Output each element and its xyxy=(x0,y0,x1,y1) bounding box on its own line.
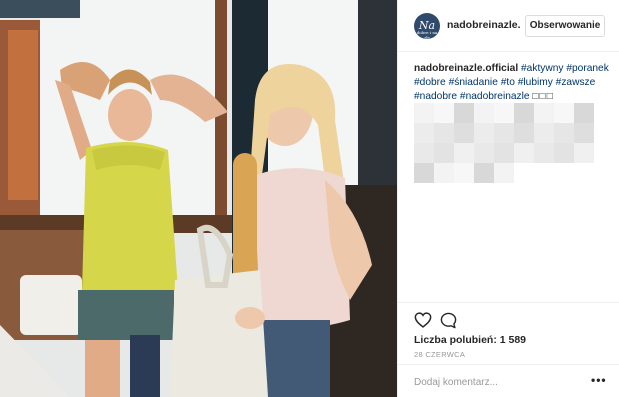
blur-tile xyxy=(554,163,574,183)
blur-tile xyxy=(474,103,494,123)
blur-tile xyxy=(434,163,454,183)
blur-tile xyxy=(434,103,454,123)
blur-tile xyxy=(514,123,534,143)
hashtag-link[interactable]: #zawsze xyxy=(556,77,596,88)
post-actions: Liczba polubień: 1 589 28 CZERWCA ••• xyxy=(398,302,619,397)
blur-tile xyxy=(534,103,554,123)
post-side-panel: Na dobre i na złe nadobreinazle. Obserwo… xyxy=(397,0,619,397)
photo-illustration xyxy=(0,0,397,397)
blur-tile xyxy=(414,103,434,123)
blur-tile xyxy=(534,143,554,163)
more-options-icon[interactable]: ••• xyxy=(591,373,607,387)
blur-tile xyxy=(534,163,554,183)
likes-count[interactable]: Liczba polubień: 1 589 xyxy=(414,334,526,346)
blur-tile xyxy=(474,123,494,143)
post-date[interactable]: 28 CZERWCA xyxy=(414,350,465,359)
blur-tile xyxy=(554,143,574,163)
caption-author-link[interactable]: nadobreinazle.official xyxy=(414,63,518,74)
blur-tile xyxy=(514,103,534,123)
blur-tile xyxy=(454,103,474,123)
blur-tile xyxy=(434,123,454,143)
comment-input[interactable] xyxy=(414,374,574,390)
hashtag-link[interactable]: #aktywny xyxy=(521,63,563,74)
hashtag-link[interactable]: #nadobreinazle xyxy=(460,91,530,102)
blur-tile xyxy=(454,123,474,143)
blur-tile xyxy=(414,143,434,163)
following-button[interactable]: Obserwowanie xyxy=(525,15,605,37)
blur-tile xyxy=(494,123,514,143)
blur-tile xyxy=(414,123,434,143)
post-header: Na dobre i na złe nadobreinazle. Obserwo… xyxy=(398,0,619,52)
hashtag-link[interactable]: #lubimy xyxy=(518,77,553,88)
hashtag-link[interactable]: #dobre xyxy=(414,77,446,88)
blurred-comments xyxy=(414,103,594,185)
heart-icon[interactable] xyxy=(414,312,432,328)
blur-tile xyxy=(494,163,514,183)
blur-tile xyxy=(554,103,574,123)
blur-tile xyxy=(574,103,594,123)
comment-icon[interactable] xyxy=(440,312,457,329)
avatar-logo-subtext: dobre i na złe xyxy=(416,30,438,39)
blur-tile xyxy=(574,123,594,143)
hashtag-link[interactable]: #poranek xyxy=(566,63,608,74)
blur-tile xyxy=(494,143,514,163)
blur-tile xyxy=(474,143,494,163)
username-link[interactable]: nadobreinazle. xyxy=(447,19,521,31)
post-caption: nadobreinazle.official #aktywny #poranek… xyxy=(414,62,610,104)
hashtag-link[interactable]: #to xyxy=(501,77,515,88)
hashtag-link[interactable]: #śniadanie xyxy=(449,77,498,88)
blur-tile xyxy=(434,143,454,163)
blur-tile xyxy=(574,163,594,183)
hashtag-link[interactable]: #nadobre xyxy=(414,91,457,102)
blur-tile xyxy=(414,163,434,183)
add-comment-bar: ••• xyxy=(398,364,619,397)
blur-tile xyxy=(474,163,494,183)
blur-tile xyxy=(454,143,474,163)
post-photo[interactable] xyxy=(0,0,397,397)
caption-emoji: □□□ xyxy=(532,91,554,102)
blur-tile xyxy=(514,163,534,183)
blur-tile xyxy=(554,123,574,143)
blur-tile xyxy=(494,103,514,123)
blur-tile xyxy=(574,143,594,163)
blur-tile xyxy=(534,123,554,143)
avatar[interactable]: Na dobre i na złe xyxy=(414,13,440,39)
blur-tile xyxy=(454,163,474,183)
blur-tile xyxy=(514,143,534,163)
